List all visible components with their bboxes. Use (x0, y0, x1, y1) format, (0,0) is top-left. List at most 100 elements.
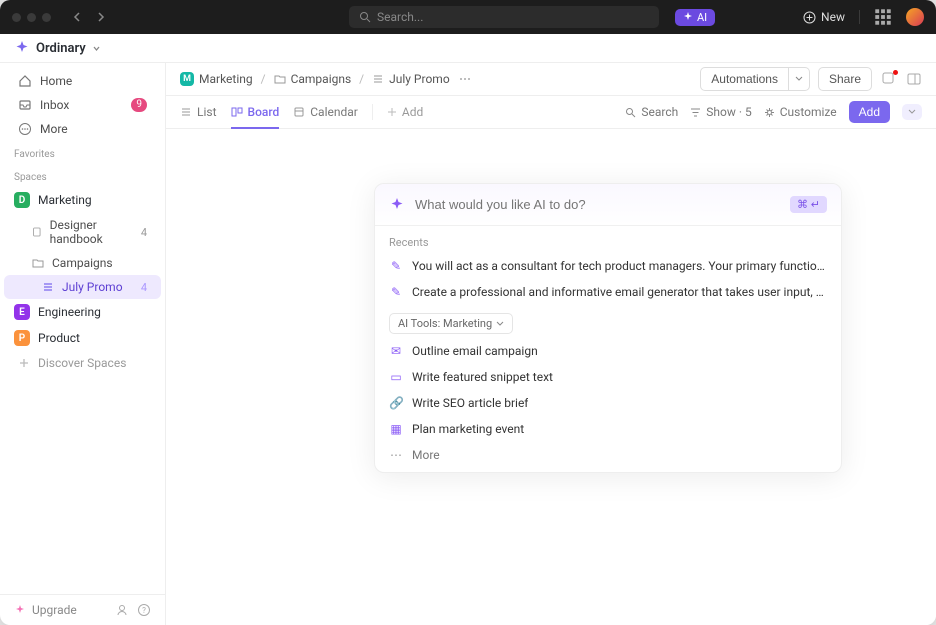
space-label: Marketing (38, 193, 92, 207)
crumb-marketing[interactable]: M Marketing (180, 72, 253, 86)
label: Customize (780, 105, 837, 119)
sidebar-inbox[interactable]: Inbox 9 (4, 93, 161, 117)
list-icon (180, 106, 192, 118)
views-tabs: List Board Calendar Add Search Show · 5 … (166, 96, 936, 129)
new-button[interactable]: New (803, 10, 845, 24)
traffic-light[interactable] (27, 13, 36, 22)
notification-icon[interactable] (880, 70, 898, 88)
discover-label: Discover Spaces (38, 356, 126, 370)
folder-campaigns[interactable]: Campaigns (4, 251, 161, 275)
tools-category-chip[interactable]: AI Tools: Marketing (389, 313, 513, 334)
calendar-icon (293, 106, 305, 118)
more-icon[interactable] (458, 72, 472, 86)
traffic-light[interactable] (42, 13, 51, 22)
user-icon[interactable] (115, 603, 129, 617)
workspace-logo-icon (14, 40, 30, 56)
tool-label: Write SEO article brief (412, 396, 528, 410)
ai-input[interactable] (415, 197, 780, 212)
crumb-separator: / (261, 72, 266, 86)
view-tab-calendar[interactable]: Calendar (293, 97, 358, 127)
pencil-icon: ✎ (389, 259, 403, 273)
chip-label: AI Tools: Marketing (398, 317, 492, 330)
discover-spaces[interactable]: Discover Spaces (4, 351, 161, 375)
divider (859, 10, 860, 24)
help-icon[interactable]: ? (137, 603, 151, 617)
toolbar-show[interactable]: Show · 5 (690, 105, 751, 119)
crumb-label: Marketing (199, 72, 253, 86)
list-icon (372, 73, 384, 85)
crumb-july-promo[interactable]: July Promo (372, 72, 450, 86)
inbox-badge: 9 (131, 98, 147, 112)
folder-icon (32, 257, 44, 269)
pencil-icon: ✎ (389, 285, 403, 299)
tool-snippet[interactable]: ▭Write featured snippet text (375, 364, 841, 390)
share-button[interactable]: Share (818, 67, 872, 91)
list-july-promo[interactable]: July Promo 4 (4, 275, 161, 299)
user-avatar[interactable] (906, 8, 924, 26)
gear-icon (764, 107, 775, 118)
label: Search (641, 105, 678, 119)
apps-icon[interactable] (874, 8, 892, 26)
sidebar-home[interactable]: Home (4, 69, 161, 93)
space-marketing[interactable]: D Marketing (0, 187, 165, 213)
spaces-label: Spaces (0, 164, 165, 187)
workspace-switcher[interactable]: Ordinary (0, 34, 936, 63)
space-engineering[interactable]: E Engineering (0, 299, 165, 325)
home-icon (18, 74, 32, 88)
automations-button[interactable]: Automations (700, 67, 789, 91)
breadcrumb: MMarketing / Campaigns / July Promo Auto… (166, 63, 936, 96)
view-tab-board[interactable]: Board (231, 97, 280, 129)
label: Show · 5 (706, 105, 751, 119)
chevron-down-icon (795, 75, 803, 83)
recent-item[interactable]: ✎ You will act as a consultant for tech p… (375, 253, 841, 279)
automations-button-group: Automations (700, 67, 810, 91)
space-badge: E (14, 304, 30, 320)
space-product[interactable]: P Product (0, 325, 165, 351)
sparkle-icon (389, 197, 405, 213)
btn-label: Add (859, 105, 880, 119)
folder-designer-handbook[interactable]: Designer handbook 4 (4, 213, 161, 251)
back-button[interactable] (69, 8, 87, 26)
add-button[interactable]: Add (849, 101, 890, 123)
keyboard-shortcut: ⌘ ↵ (790, 196, 827, 213)
ai-button[interactable]: AI (675, 9, 715, 26)
main-content: MMarketing / Campaigns / July Promo Auto… (166, 63, 936, 625)
crumb-campaigns[interactable]: Campaigns (274, 72, 352, 86)
automations-dropdown[interactable] (789, 67, 810, 91)
recent-item[interactable]: ✎Create a professional and informative e… (375, 279, 841, 305)
more-label: More (412, 448, 440, 462)
inbox-icon (18, 98, 32, 112)
crumb-badge: M (180, 72, 194, 86)
tools-more[interactable]: ⋯More (375, 442, 841, 472)
calendar-icon: ▦ (389, 422, 403, 436)
tool-label: Outline email campaign (412, 344, 538, 358)
recent-text: You will act as a consultant for tech pr… (412, 259, 827, 273)
item-label: Campaigns (52, 256, 113, 270)
upgrade-label: Upgrade (32, 603, 77, 617)
panel-icon[interactable] (906, 71, 922, 87)
sparkle-icon (683, 12, 693, 22)
tool-seo-brief[interactable]: 🔗 Write SEO article brief (375, 390, 841, 416)
ai-modal: ⌘ ↵ Recents ✎You will act as a consultan… (374, 183, 842, 473)
space-label: Product (38, 331, 80, 345)
global-search[interactable]: Search... (349, 6, 659, 28)
toolbar-search[interactable]: Search (625, 105, 678, 119)
sidebar-more[interactable]: More (4, 117, 161, 141)
sidebar-item-label: More (40, 122, 68, 136)
item-label: Designer handbook (50, 218, 133, 246)
item-label: July Promo (62, 280, 123, 294)
tool-plan-event[interactable]: ▦Plan marketing event (375, 416, 841, 442)
traffic-light[interactable] (12, 13, 21, 22)
view-add[interactable]: Add (387, 97, 423, 127)
forward-button[interactable] (91, 8, 109, 26)
tab-label: Board (248, 105, 280, 119)
toolbar-customize[interactable]: Customize (764, 105, 837, 119)
tool-outline-email[interactable]: ✉Outline email campaign (375, 338, 841, 364)
list-icon (42, 281, 54, 293)
view-tab-list[interactable]: List (180, 97, 217, 127)
svg-text:?: ? (142, 606, 146, 615)
link-icon: 🔗 (389, 396, 403, 410)
upgrade-button[interactable]: Upgrade (14, 603, 77, 617)
add-dropdown[interactable] (902, 104, 922, 120)
plus-icon (18, 357, 30, 369)
